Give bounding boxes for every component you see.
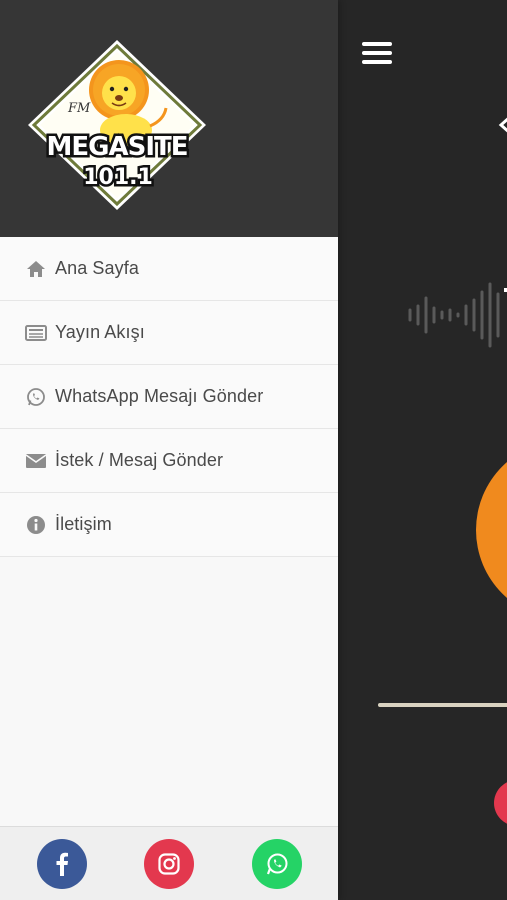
instagram-icon bbox=[158, 853, 180, 875]
envelope-icon bbox=[25, 450, 47, 472]
schedule-list-icon bbox=[25, 322, 47, 344]
logo-frequency-text: 101.1 bbox=[83, 165, 153, 190]
facebook-button[interactable] bbox=[37, 839, 87, 889]
whatsapp-button[interactable] bbox=[252, 839, 302, 889]
social-footer bbox=[0, 826, 338, 900]
drawer-menu: Ana Sayfa Yayın Akışı WhatsApp Mesajı Gö… bbox=[0, 237, 338, 557]
menu-item-label: İstek / Mesaj Gönder bbox=[55, 450, 224, 470]
menu-item-label: İletişim bbox=[55, 514, 112, 534]
whatsapp-icon bbox=[25, 386, 47, 408]
menu-item-label: Ana Sayfa bbox=[55, 258, 139, 278]
menu-item-label: Yayın Akışı bbox=[55, 322, 145, 342]
play-button[interactable] bbox=[494, 780, 507, 826]
menu-item-yayin-akisi[interactable]: Yayın Akışı bbox=[0, 301, 338, 365]
navigation-drawer: FM MEGASITE 101.1 Ana Sayfa Yayın Akışı bbox=[0, 0, 338, 900]
facebook-icon bbox=[56, 852, 68, 876]
info-icon bbox=[25, 514, 47, 536]
album-art-disc bbox=[476, 440, 507, 620]
menu-item-ana-sayfa[interactable]: Ana Sayfa bbox=[0, 237, 338, 301]
menu-hamburger-icon[interactable] bbox=[362, 40, 392, 66]
megasite-logo: FM MEGASITE 101.1 bbox=[28, 40, 206, 210]
player-view bbox=[338, 0, 507, 900]
volume-slider-track[interactable] bbox=[378, 703, 507, 707]
drawer-header: FM MEGASITE 101.1 bbox=[0, 0, 338, 237]
audio-waveform bbox=[408, 282, 507, 348]
app-screen: FM MEGASITE 101.1 Ana Sayfa Yayın Akışı bbox=[0, 0, 507, 900]
menu-item-iletisim[interactable]: İletişim bbox=[0, 493, 338, 557]
logo-brand-text: MEGASITE bbox=[47, 132, 188, 162]
menu-item-istek-mesaj[interactable]: İstek / Mesaj Gönder bbox=[0, 429, 338, 493]
menu-item-label: WhatsApp Mesajı Gönder bbox=[55, 386, 264, 406]
home-icon bbox=[25, 258, 47, 280]
chevron-left-icon[interactable] bbox=[498, 115, 507, 135]
menu-item-whatsapp[interactable]: WhatsApp Mesajı Gönder bbox=[0, 365, 338, 429]
instagram-button[interactable] bbox=[144, 839, 194, 889]
fm-tag-text: FM bbox=[67, 101, 91, 116]
whatsapp-icon bbox=[266, 853, 288, 875]
